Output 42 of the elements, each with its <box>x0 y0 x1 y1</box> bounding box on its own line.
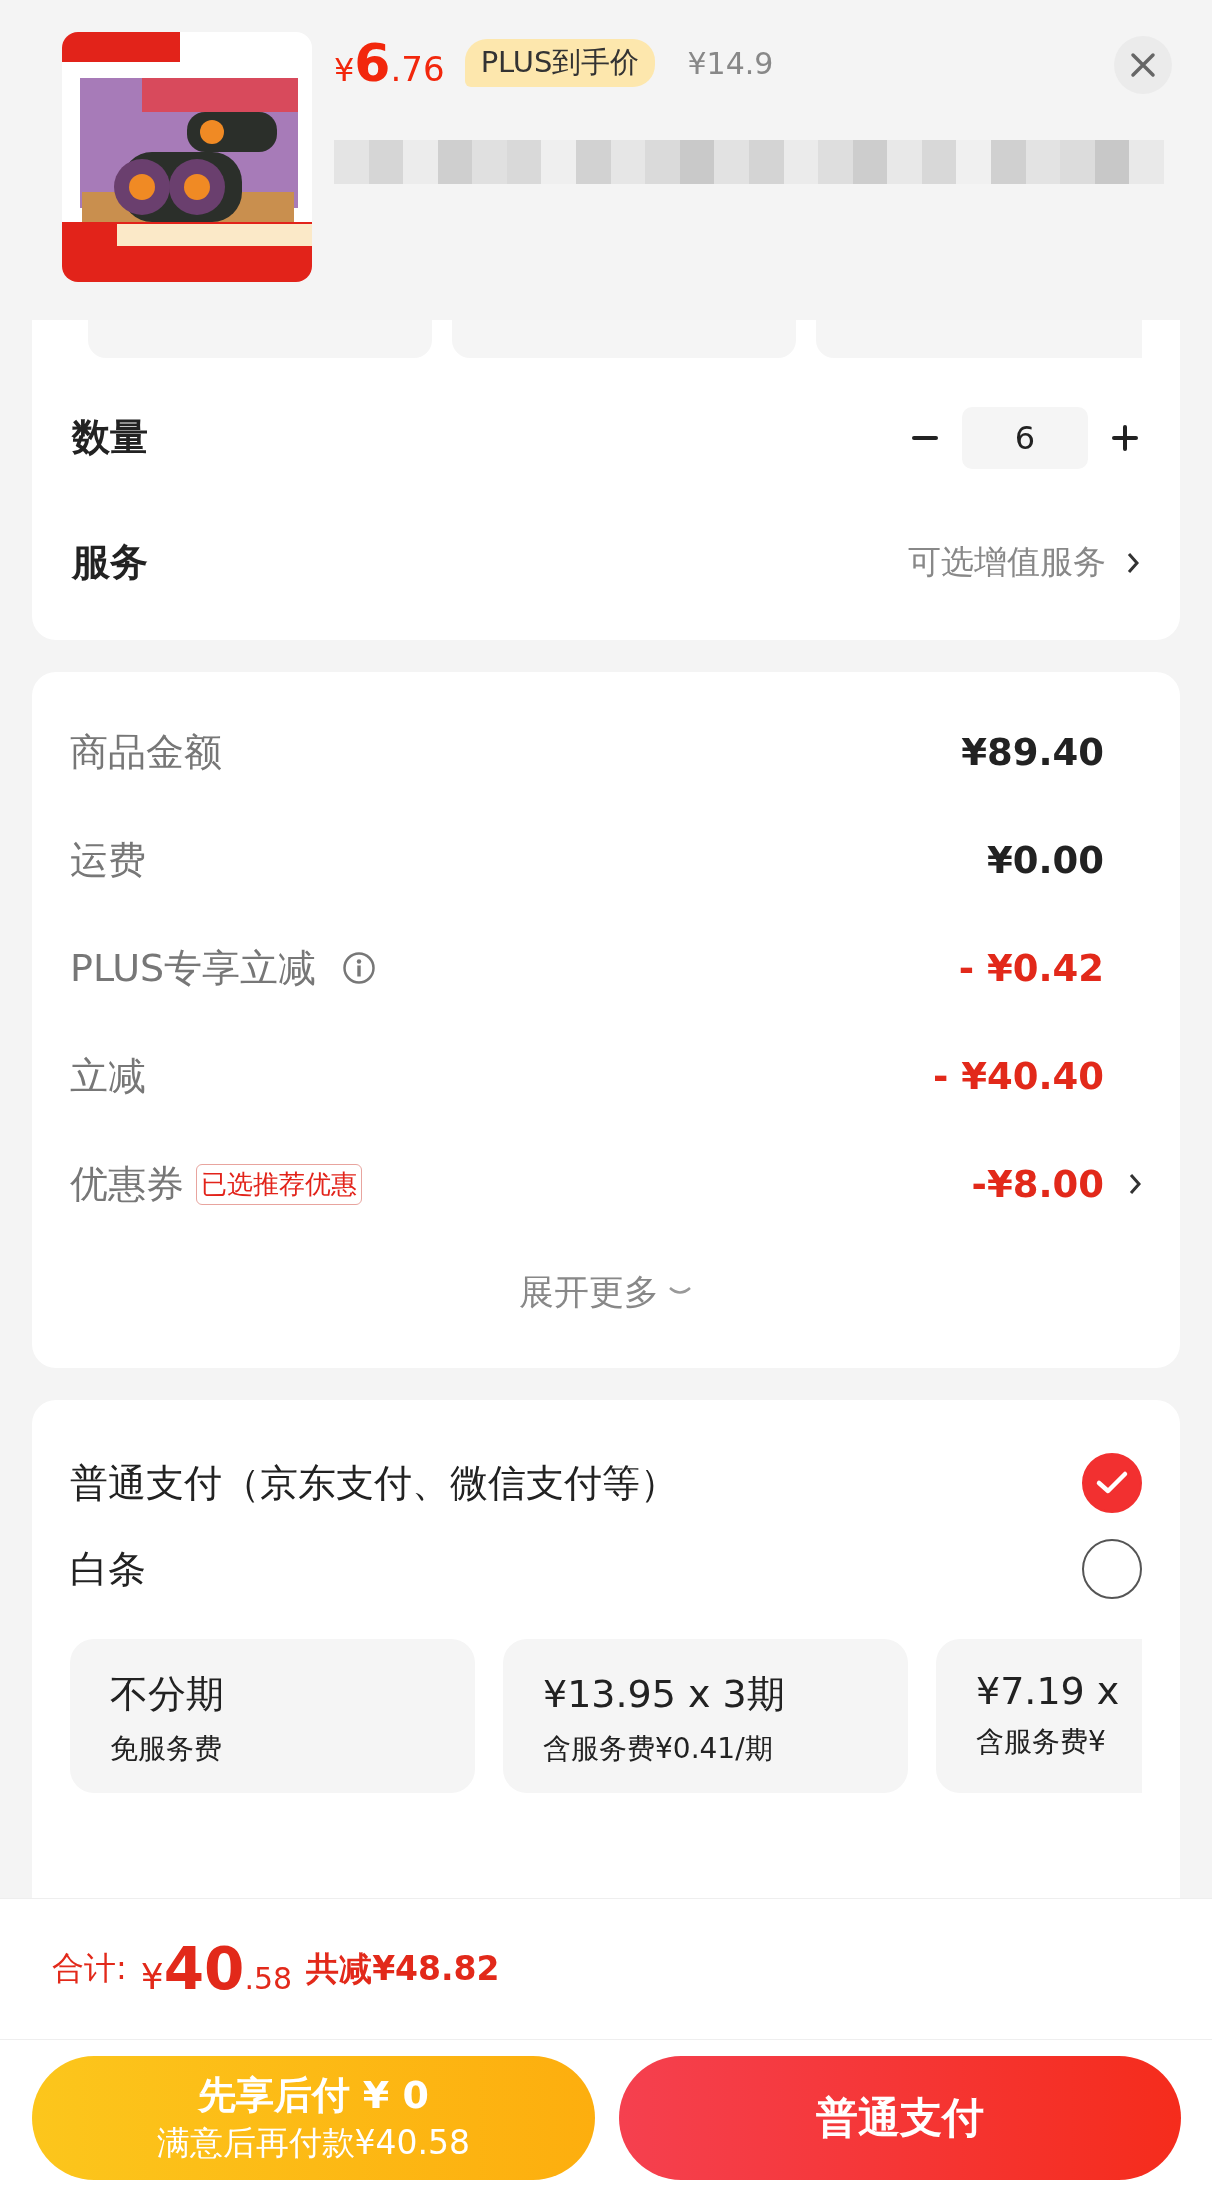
coupon-tag: 已选推荐优惠 <box>196 1163 362 1205</box>
installment-card[interactable]: ¥13.95 x 3期 含服务费¥0.41/期 <box>503 1639 908 1793</box>
quantity-field[interactable]: 6 <box>962 406 1088 469</box>
summary-label: 商品金额 <box>70 728 222 776</box>
close-icon <box>1130 52 1156 78</box>
plus-icon[interactable] <box>1110 422 1140 453</box>
amount: ¥89.40 <box>961 730 1104 774</box>
total-label: 合计: <box>52 1948 127 1989</box>
installment-fee: 含服务费¥0.41/期 <box>543 1731 774 1767</box>
summary-label: 运费 <box>70 836 146 884</box>
chevron-right-icon[interactable] <box>1128 1172 1142 1196</box>
installment-card[interactable]: ¥7.19 x 含服务费¥ <box>936 1639 1142 1793</box>
summary-label: 立减 <box>70 1052 146 1100</box>
summary-label: 优惠券 <box>70 1160 184 1208</box>
original-price: ¥14.9 <box>687 45 774 81</box>
price-tag: PLUS到手价 <box>464 39 656 87</box>
radio-button[interactable] <box>1082 1539 1142 1599</box>
amount: - ¥0.42 <box>958 946 1104 990</box>
amount: ¥0.00 <box>986 838 1104 882</box>
check-icon <box>1095 1470 1129 1496</box>
chevron-right-icon <box>1126 550 1140 575</box>
radio-button[interactable] <box>1082 1453 1142 1513</box>
pay-button[interactable]: 普通支付 <box>618 2056 1181 2180</box>
installment-fee: 免服务费 <box>110 1731 223 1767</box>
price: ¥6.76 <box>334 33 445 93</box>
service-link[interactable]: 可选增值服务 <box>908 540 1106 585</box>
installment-title: 不分期 <box>110 1671 225 1718</box>
installment-title: ¥13.95 x 3期 <box>543 1671 786 1718</box>
expand-more-link[interactable]: 展开更多 <box>519 1268 659 1316</box>
amount: -¥8.00 <box>971 1162 1104 1206</box>
total-savings: 共减¥48.82 <box>306 1947 500 1990</box>
info-icon[interactable] <box>342 951 377 985</box>
installment-title: ¥7.19 x <box>976 1669 1121 1713</box>
amount: - ¥40.40 <box>932 1054 1104 1098</box>
service-label: 服务 <box>72 539 148 586</box>
payment-option[interactable]: 白条 <box>70 1543 146 1595</box>
quantity-label: 数量 <box>72 414 148 461</box>
summary-label: PLUS专享立减 <box>70 944 317 992</box>
installment-fee: 含服务费¥ <box>976 1724 1107 1760</box>
payment-option[interactable]: 普通支付（京东支付、微信支付等） <box>70 1457 678 1509</box>
installment-card[interactable]: 不分期 免服务费 <box>70 1639 475 1793</box>
total-price: ¥40.58 <box>140 1935 293 2003</box>
